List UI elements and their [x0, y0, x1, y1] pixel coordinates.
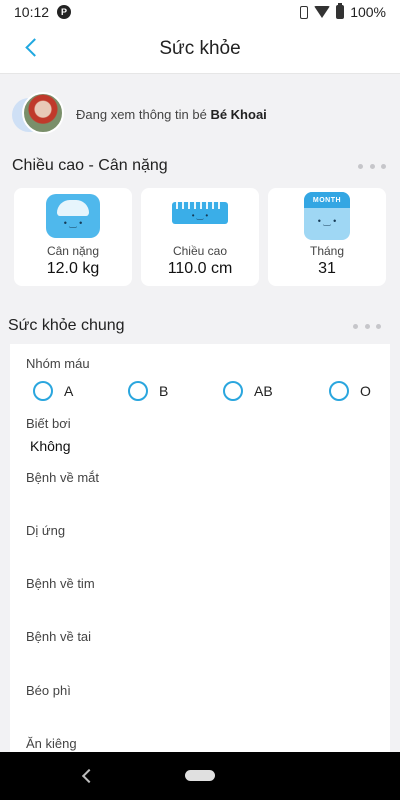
avatar [22, 92, 64, 134]
swim-label: Biết bơi [26, 416, 71, 431]
radio-label: AB [254, 383, 273, 399]
battery-icon [336, 3, 345, 19]
ruler-icon [172, 202, 228, 224]
blood-type-radio-ab[interactable]: AB [223, 381, 273, 401]
calendar-icon-text: MONTH [304, 192, 350, 208]
radio-circle-icon[interactable] [329, 381, 349, 401]
height-label: Chiều cao [172, 244, 228, 258]
page-title: Sức khỏe [159, 38, 241, 59]
radio-label: A [64, 383, 74, 399]
system-nav-bar [0, 752, 400, 800]
weight-label: Cân nặng [46, 244, 100, 258]
child-name: Bé Khoai [210, 106, 267, 122]
general-health-card: Nhóm máu A B AB O Biết bơi Không Bệnh về… [10, 344, 390, 764]
weight-card[interactable]: Cân nặng 12.0 kg [14, 188, 132, 286]
blood-type-radio-a[interactable]: A [33, 381, 73, 401]
month-value: 31 [318, 260, 336, 277]
scale-icon [46, 194, 100, 238]
swim-value[interactable]: Không [30, 438, 70, 454]
month-card[interactable]: MONTH • ‿ • Tháng 31 [268, 188, 386, 286]
vibrate-icon [300, 5, 309, 19]
child-info: Đang xem thông tin bé Bé Khoai [76, 107, 267, 122]
ear-disease-label: Bệnh về tai [26, 629, 92, 644]
blood-type-radio-o[interactable]: O [329, 381, 371, 401]
radio-circle-icon[interactable] [128, 381, 148, 401]
allergy-label: Dị ứng [26, 523, 66, 538]
radio-label: B [159, 383, 169, 399]
nav-home-pill-icon[interactable] [185, 770, 215, 781]
avatar-stack [10, 92, 66, 136]
height-value: 110.0 cm [167, 260, 233, 277]
status-bar: 10:12 P 100% [0, 0, 400, 24]
battery-level: 100% [350, 4, 386, 20]
nav-back-icon[interactable] [81, 768, 97, 784]
notification-icon: P [57, 5, 72, 19]
month-label: Tháng [309, 244, 345, 258]
eye-disease-label: Bệnh về mắt [26, 470, 99, 485]
blood-type-radio-b[interactable]: B [128, 381, 168, 401]
general-more-icon[interactable] [353, 322, 381, 330]
radio-circle-icon[interactable] [33, 381, 53, 401]
radio-label: O [360, 383, 371, 399]
status-right: 100% [300, 3, 386, 20]
growth-more-icon[interactable] [358, 162, 386, 170]
status-time: 10:12 [14, 4, 50, 20]
radio-circle-icon[interactable] [223, 381, 243, 401]
weight-value: 12.0 kg [46, 260, 100, 277]
diet-label: Ăn kiêng [26, 736, 77, 751]
heart-disease-label: Bệnh về tim [26, 576, 95, 591]
growth-section-title: Chiều cao - Cân nặng [12, 157, 168, 174]
wifi-icon [314, 6, 331, 18]
child-prefix: Đang xem thông tin bé [76, 106, 207, 122]
child-selector[interactable]: Đang xem thông tin bé Bé Khoai [10, 92, 267, 136]
app-bar: Sức khỏe [0, 24, 400, 74]
calendar-icon: MONTH • ‿ • [304, 192, 350, 240]
blood-type-label: Nhóm máu [26, 356, 90, 371]
height-card[interactable]: Chiều cao 110.0 cm [141, 188, 259, 286]
general-section-title: Sức khỏe chung [8, 317, 125, 334]
obesity-label: Béo phì [26, 683, 71, 698]
